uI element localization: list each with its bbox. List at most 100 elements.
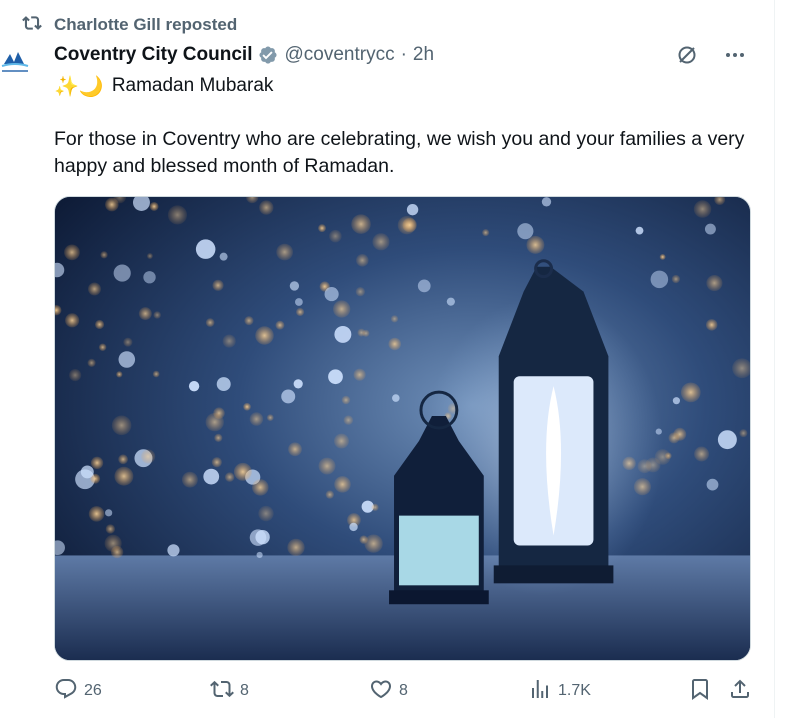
bokeh-light	[205, 318, 215, 327]
separator-dot: ·	[400, 44, 407, 65]
bokeh-light	[333, 433, 349, 449]
bokeh-light	[343, 415, 354, 425]
repost-count: 8	[240, 682, 249, 699]
bokeh-light	[482, 229, 490, 237]
bokeh-light	[325, 490, 334, 499]
repost-action-icon	[210, 677, 234, 706]
bokeh-light	[356, 254, 369, 267]
bokeh-light	[289, 281, 300, 291]
bokeh-light	[406, 203, 419, 216]
bokeh-light	[90, 456, 104, 470]
bokeh-light	[293, 379, 303, 389]
bokeh-light	[195, 239, 216, 259]
bokeh-light	[181, 471, 198, 488]
bokeh-light	[739, 429, 748, 438]
bokeh-light	[392, 394, 400, 402]
bokeh-light	[211, 457, 222, 468]
bokeh-light	[219, 252, 228, 261]
bokeh-light	[334, 325, 352, 343]
bokeh-light	[281, 389, 296, 404]
bokeh-light	[541, 197, 552, 207]
bokeh-light	[249, 412, 264, 426]
bokeh-light	[222, 334, 236, 348]
bokeh-light	[146, 253, 153, 260]
bokeh-light	[152, 370, 160, 378]
bokeh-light	[212, 279, 224, 291]
repost-text: Charlotte Gill reposted	[54, 15, 238, 34]
post-card[interactable]: Charlotte Gill reposted Coventry City Co…	[0, 0, 775, 718]
bokeh-light	[705, 319, 718, 331]
bokeh-light	[402, 217, 417, 233]
bokeh-light	[259, 200, 274, 215]
bokeh-light	[64, 244, 80, 261]
bokeh-light	[390, 315, 399, 323]
bokeh-light	[105, 524, 116, 534]
grok-icon[interactable]	[674, 42, 700, 68]
sparkles-moon-emoji: ✨🌙	[54, 75, 104, 98]
bookmark-icon	[688, 677, 712, 706]
bokeh-light	[635, 226, 644, 235]
bokeh-light	[526, 235, 545, 254]
bokeh-light	[94, 319, 105, 330]
author-handle[interactable]: @coventrycc	[284, 44, 394, 66]
like-count: 8	[399, 682, 408, 699]
bokeh-light	[706, 274, 723, 292]
repost-button[interactable]: 8	[210, 676, 249, 706]
bokeh-light	[694, 446, 710, 462]
bokeh-light	[143, 271, 156, 284]
bokeh-light	[341, 395, 351, 405]
share-button[interactable]	[728, 676, 752, 706]
bokeh-light	[138, 307, 152, 321]
bokeh-light	[355, 287, 366, 297]
repost-icon	[22, 13, 42, 38]
bookmark-button[interactable]	[688, 676, 712, 706]
bokeh-light	[296, 307, 305, 317]
bokeh-light	[671, 274, 681, 284]
bokeh-light	[205, 412, 224, 432]
bokeh-light	[371, 503, 379, 512]
bokeh-light	[80, 465, 94, 479]
bokeh-light	[672, 397, 681, 405]
bokeh-light	[680, 382, 701, 403]
bokeh-light	[88, 282, 101, 296]
views-count: 1.7K	[558, 682, 591, 699]
bokeh-light	[249, 529, 267, 546]
bokeh-light	[203, 468, 220, 485]
bokeh-light	[123, 337, 133, 347]
reply-icon	[54, 677, 78, 706]
bokeh-light	[100, 251, 108, 259]
post-body: For those in Coventry who are celebratin…	[54, 128, 745, 177]
bokeh-light	[105, 509, 113, 517]
bokeh-light	[446, 297, 455, 306]
more-icon[interactable]	[722, 42, 748, 68]
post-media[interactable]	[54, 196, 751, 661]
bokeh-light	[668, 432, 680, 444]
bokeh-light	[517, 223, 534, 240]
author-name[interactable]: Coventry City Council	[54, 44, 252, 66]
bokeh-light	[118, 351, 136, 368]
bokeh-light	[113, 264, 131, 282]
like-button[interactable]: 8	[369, 676, 408, 706]
bokeh-light	[334, 476, 351, 493]
bokeh-light	[329, 229, 342, 243]
bokeh-light	[364, 534, 383, 553]
repost-indicator[interactable]: Charlotte Gill reposted	[22, 14, 237, 36]
ramadan-lanterns-image	[55, 197, 750, 660]
post-time[interactable]: 2h	[413, 44, 434, 66]
bokeh-light	[116, 371, 123, 378]
bokeh-light	[357, 328, 366, 337]
bokeh-light	[149, 201, 159, 211]
reply-count: 26	[84, 682, 102, 699]
bokeh-light	[167, 205, 188, 225]
bokeh-light	[324, 287, 339, 302]
views-button[interactable]: 1.7K	[528, 676, 591, 706]
bokeh-light	[258, 505, 274, 522]
bokeh-light	[349, 522, 358, 532]
avatar[interactable]	[0, 40, 40, 90]
bokeh-light	[118, 454, 128, 465]
bokeh-light	[288, 442, 302, 457]
bokeh-light	[255, 326, 274, 345]
bokeh-light	[65, 313, 80, 328]
bokeh-light	[318, 457, 336, 475]
reply-button[interactable]: 26	[54, 676, 102, 706]
